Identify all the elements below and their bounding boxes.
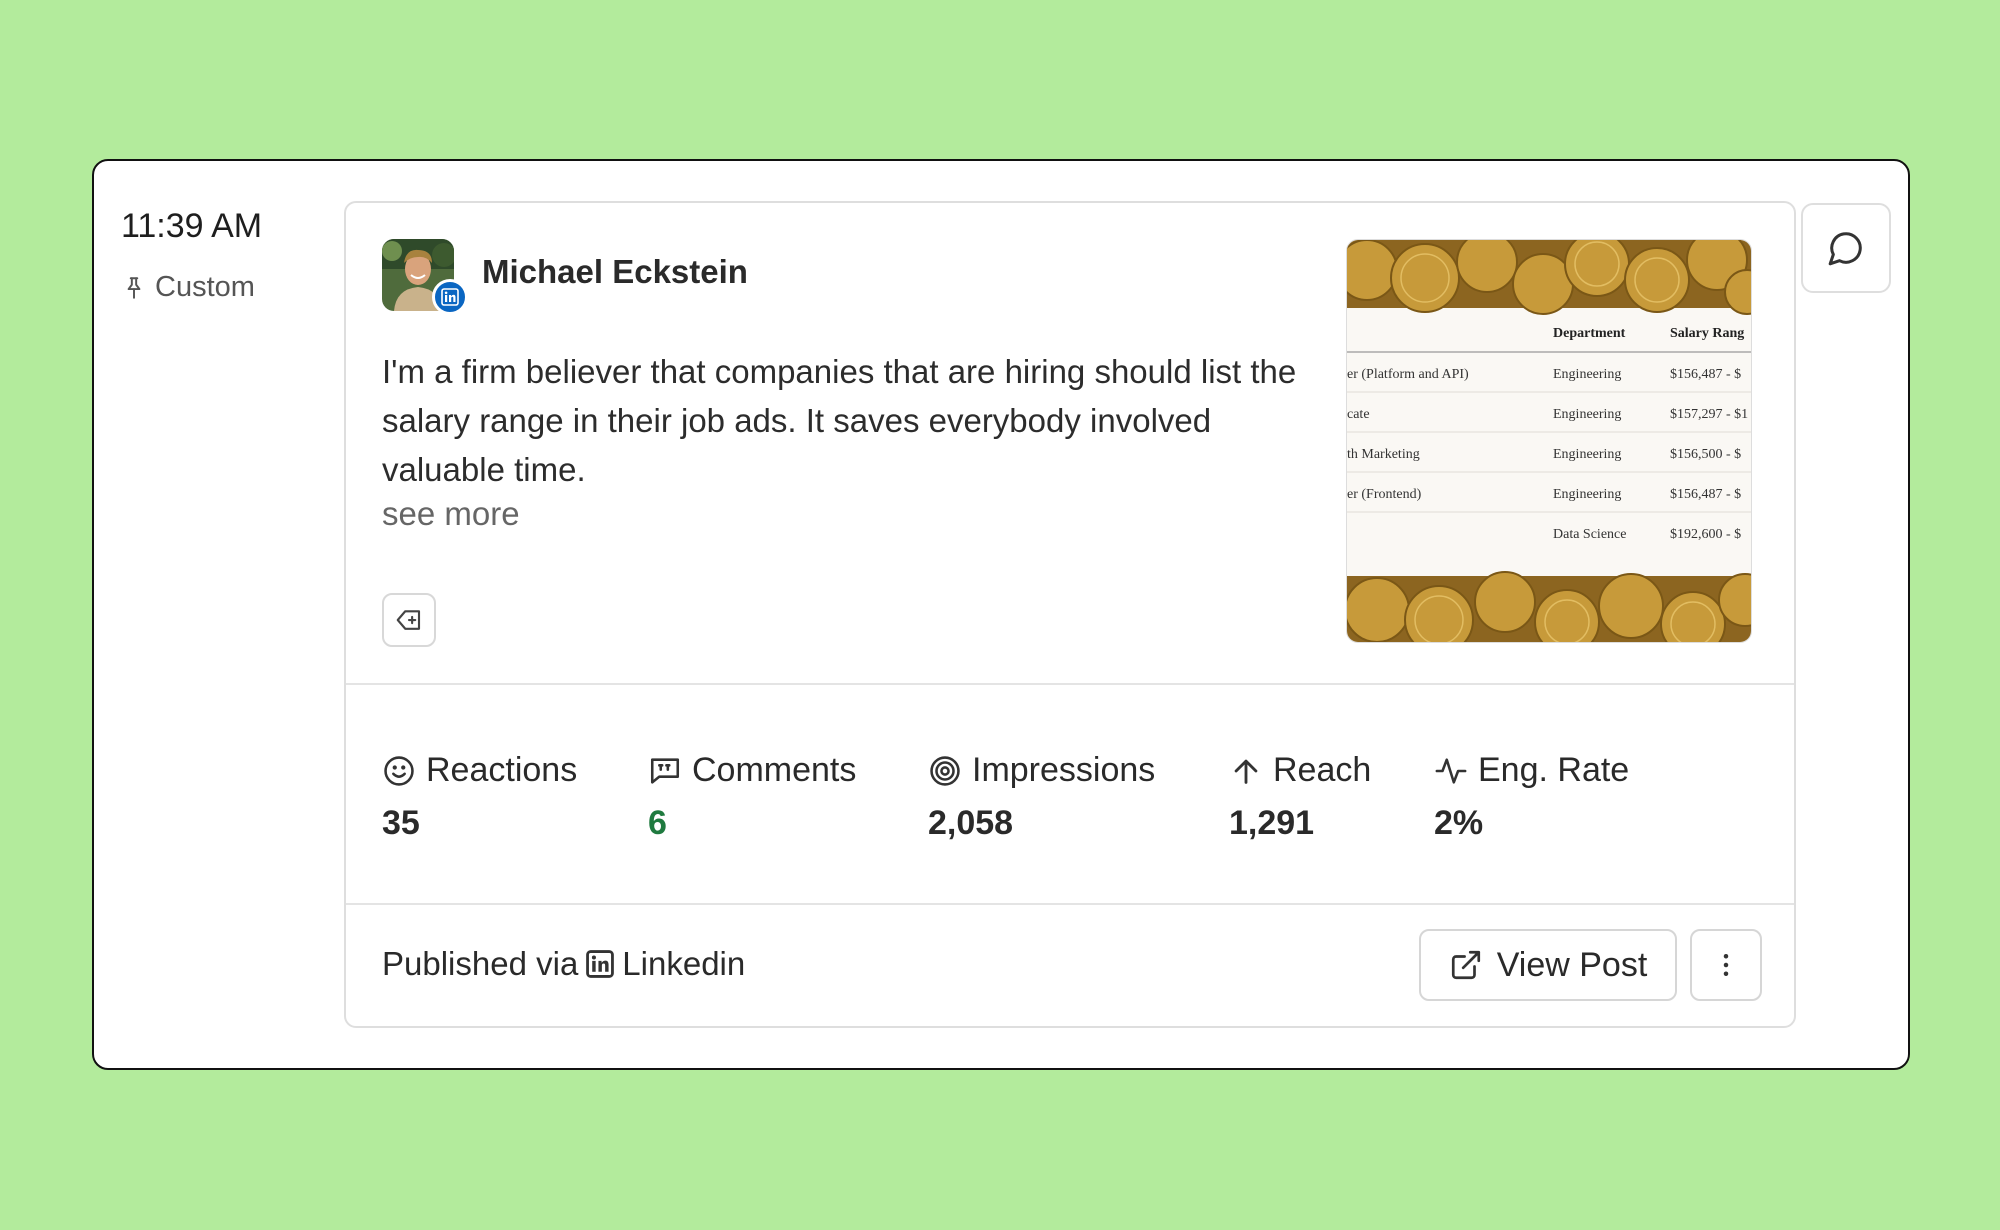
stat-value: 2% (1434, 804, 1484, 842)
image-table-cell: er (Frontend) (1347, 487, 1422, 502)
stat-label: Eng. Rate (1478, 751, 1630, 789)
image-table-cell: Engineering (1553, 367, 1621, 382)
post-entry-frame: 11:39 AM Custom Michael Eckstein I'm a f… (92, 159, 1910, 1070)
image-table-header-department: Department (1553, 326, 1626, 341)
schedule-label-text: Custom (155, 271, 255, 303)
stat-value: 6 (648, 804, 667, 842)
image-table-cell: $156,487 - $ (1670, 487, 1741, 502)
stat-reactions: Reactions 35 (382, 751, 577, 843)
stat-label: Reactions (426, 751, 578, 789)
platform-name: Linkedin (622, 945, 746, 982)
message-circle-icon (1828, 232, 1862, 266)
post-content: Michael Eckstein I'm a firm believer tha… (346, 203, 1794, 683)
post-stats: Reactions 35 Comments 6 Impressions 2,05… (346, 685, 1794, 903)
image-table-header-salary: Salary Rang (1670, 326, 1744, 341)
post-text: I'm a firm believer that companies that … (382, 353, 1297, 488)
image-table-cell: Engineering (1553, 487, 1621, 502)
quote-bubble-icon (650, 757, 680, 784)
see-more-link[interactable]: see more (382, 495, 520, 533)
stat-value: 35 (382, 804, 420, 842)
post-image[interactable]: Department Salary Rang er (Platform and … (1346, 239, 1752, 643)
image-table-cell: th Marketing (1347, 447, 1420, 462)
image-table-cell: $157,297 - $1 (1670, 407, 1748, 422)
stat-value: 2,058 (928, 804, 1014, 842)
stat-comments: Comments 6 (648, 751, 856, 843)
stat-reach: Reach 1,291 (1229, 751, 1371, 843)
stat-label: Impressions (972, 751, 1156, 789)
published-via: Published via Linkedin (382, 945, 745, 983)
post-card: Michael Eckstein I'm a firm believer tha… (344, 201, 1796, 1028)
image-table-cell: $156,487 - $ (1670, 367, 1741, 382)
stat-impressions: Impressions 2,058 (928, 751, 1155, 843)
image-table-cell: Engineering (1553, 447, 1621, 462)
published-prefix: Published via (382, 945, 579, 982)
linkedin-badge-icon (432, 279, 468, 315)
view-post-label: View Post (1496, 945, 1648, 984)
pin-icon (127, 276, 141, 299)
view-post-button[interactable]: View Post (1419, 929, 1677, 1001)
stat-eng-rate: Eng. Rate 2% (1434, 751, 1629, 843)
image-table-cell: $156,500 - $ (1670, 447, 1741, 462)
more-options-button[interactable] (1690, 929, 1762, 1001)
stat-value: 1,291 (1229, 804, 1315, 842)
add-tag-button[interactable] (382, 593, 436, 647)
author-avatar[interactable] (382, 239, 468, 315)
activity-icon (1435, 757, 1467, 784)
external-link-icon (1451, 950, 1480, 980)
stat-label: Comments (692, 751, 857, 789)
post-footer: Published via Linkedin View Post (346, 905, 1794, 1028)
tag-plus-icon (396, 610, 421, 630)
arrow-up-icon (1234, 759, 1258, 784)
stat-label: Reach (1273, 751, 1372, 789)
image-table-cell: Engineering (1553, 407, 1621, 422)
post-time: 11:39 AM (121, 207, 263, 245)
image-table-cell: $192,600 - $ (1670, 527, 1741, 542)
image-table-cell: er (Platform and API) (1347, 367, 1469, 382)
comment-button[interactable] (1801, 203, 1891, 293)
smile-icon (384, 755, 414, 786)
vertical-dots-icon (1723, 954, 1729, 976)
image-table-cell: Data Science (1553, 527, 1626, 542)
schedule-label: Custom (121, 271, 255, 304)
image-table-cell: cate (1347, 407, 1370, 422)
linkedin-icon (586, 950, 615, 978)
author-name[interactable]: Michael Eckstein (482, 253, 748, 291)
target-icon (930, 755, 960, 786)
